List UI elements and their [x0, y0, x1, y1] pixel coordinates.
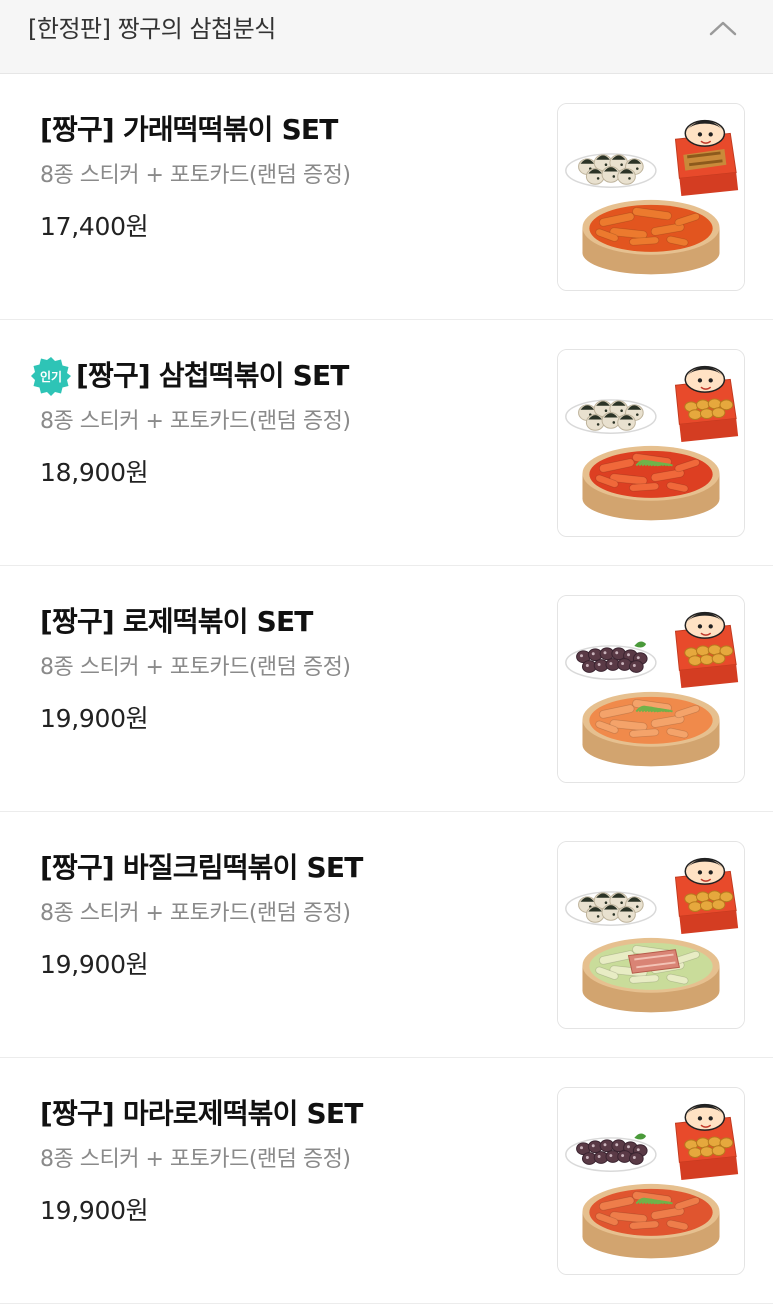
menu-list: [짱구] 가래떡떡볶이 SET 8종 스티커 + 포토카드(랜덤 증정) 17,…	[0, 74, 773, 1304]
popular-badge: 인기	[31, 357, 71, 396]
menu-item-image[interactable]	[557, 595, 745, 783]
samcheop-tteokbokki-set-image	[558, 350, 744, 536]
menu-item-name-row: [짱구] 가래떡떡볶이 SET	[40, 111, 533, 149]
menu-item-info: [짱구] 바질크림떡볶이 SET 8종 스티커 + 포토카드(랜덤 증정) 19…	[40, 849, 533, 981]
menu-item-info: 인기 [짱구] 삼첩떡볶이 SET 8종 스티커 + 포토카드(랜덤 증정) 1…	[31, 357, 533, 489]
menu-item-image[interactable]	[557, 1087, 745, 1275]
menu-item-price: 19,900원	[40, 950, 149, 979]
menu-item-price: 19,900원	[40, 704, 149, 733]
menu-item-name: [짱구] 바질크림떡볶이 SET	[40, 851, 363, 884]
menu-item-image[interactable]	[557, 349, 745, 537]
menu-item-price: 17,400원	[40, 212, 149, 241]
menu-item-name: [짱구] 마라로제떡볶이 SET	[40, 1097, 363, 1130]
garaetteok-tteokbokki-set-image	[558, 104, 744, 290]
menu-item[interactable]: [짱구] 바질크림떡볶이 SET 8종 스티커 + 포토카드(랜덤 증정) 19…	[0, 812, 773, 1058]
menu-item-info: [짱구] 가래떡떡볶이 SET 8종 스티커 + 포토카드(랜덤 증정) 17,…	[40, 111, 533, 243]
menu-item-info: [짱구] 마라로제떡볶이 SET 8종 스티커 + 포토카드(랜덤 증정) 19…	[40, 1095, 533, 1227]
menu-item[interactable]: 인기 [짱구] 삼첩떡볶이 SET 8종 스티커 + 포토카드(랜덤 증정) 1…	[0, 320, 773, 566]
menu-item-name-row: [짱구] 로제떡볶이 SET	[40, 603, 533, 641]
menu-item-description: 8종 스티커 + 포토카드(랜덤 증정)	[40, 901, 351, 926]
section-title: [한정판] 짱구의 삼첩분식	[28, 15, 276, 43]
mala-rose-tteokbokki-set-image	[558, 1088, 744, 1274]
menu-item-name: [짱구] 로제떡볶이 SET	[40, 605, 313, 638]
menu-item-name-row: [짱구] 바질크림떡볶이 SET	[40, 849, 533, 887]
menu-item[interactable]: [짱구] 로제떡볶이 SET 8종 스티커 + 포토카드(랜덤 증정) 19,9…	[0, 566, 773, 812]
menu-item-price: 19,900원	[40, 1196, 149, 1225]
popular-badge-label: 인기	[40, 369, 62, 384]
section-header[interactable]: [한정판] 짱구의 삼첩분식	[0, 0, 773, 74]
menu-item-name-row: 인기 [짱구] 삼첩떡볶이 SET	[31, 357, 533, 396]
menu-item-image[interactable]	[557, 841, 745, 1029]
menu-item[interactable]: [짱구] 가래떡떡볶이 SET 8종 스티커 + 포토카드(랜덤 증정) 17,…	[0, 74, 773, 320]
menu-item-description: 8종 스티커 + 포토카드(랜덤 증정)	[40, 655, 351, 680]
menu-item-name: [짱구] 삼첩떡볶이 SET	[76, 359, 349, 392]
rose-tteokbokki-set-image	[558, 596, 744, 782]
menu-item[interactable]: [짱구] 마라로제떡볶이 SET 8종 스티커 + 포토카드(랜덤 증정) 19…	[0, 1058, 773, 1304]
menu-item-info: [짱구] 로제떡볶이 SET 8종 스티커 + 포토카드(랜덤 증정) 19,9…	[40, 603, 533, 735]
menu-item-description: 8종 스티커 + 포토카드(랜덤 증정)	[40, 409, 351, 434]
menu-item-description: 8종 스티커 + 포토카드(랜덤 증정)	[40, 163, 351, 188]
collapse-toggle-button[interactable]	[701, 12, 745, 44]
basil-cream-tteokbokki-set-image	[558, 842, 744, 1028]
menu-item-description: 8종 스티커 + 포토카드(랜덤 증정)	[40, 1147, 351, 1172]
menu-item-image[interactable]	[557, 103, 745, 291]
chevron-up-icon	[709, 21, 737, 36]
menu-item-price: 18,900원	[40, 458, 149, 487]
menu-item-name-row: [짱구] 마라로제떡볶이 SET	[40, 1095, 533, 1133]
menu-item-name: [짱구] 가래떡떡볶이 SET	[40, 113, 338, 146]
